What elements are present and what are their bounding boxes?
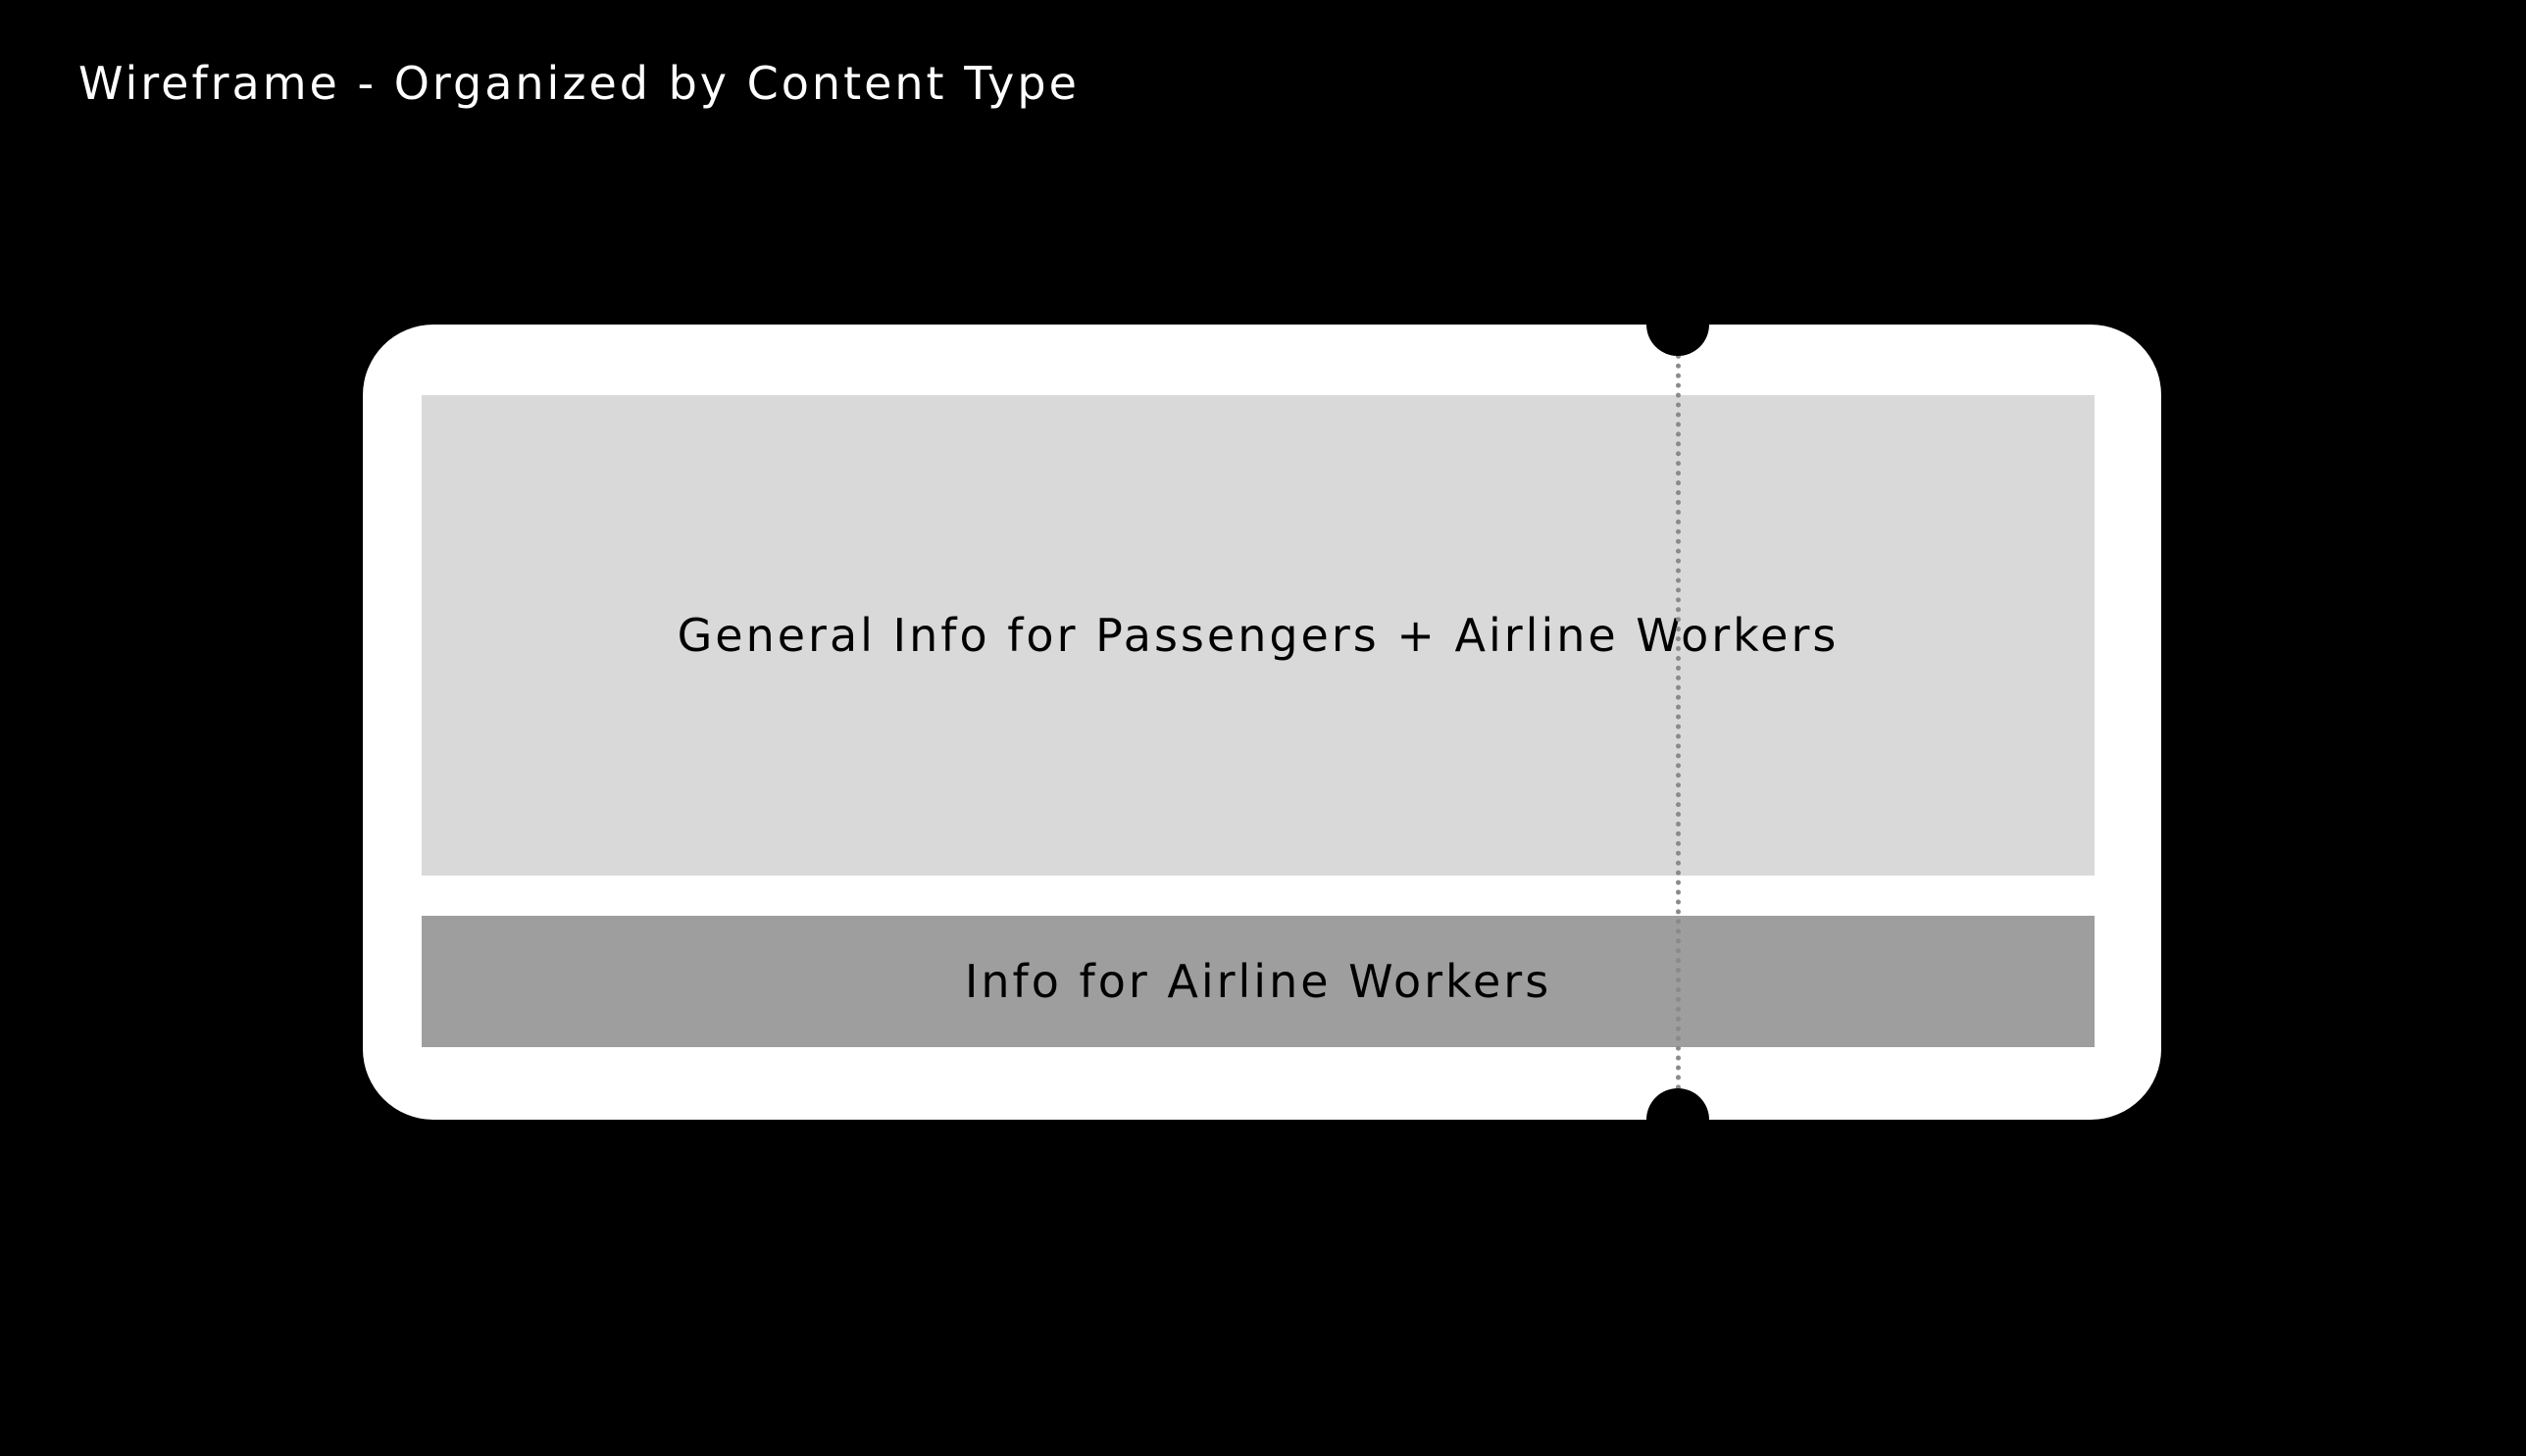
perforation-line (1676, 325, 1681, 1120)
bottom-notch (1646, 1088, 1709, 1151)
general-info-section: General Info for Passengers + Airline Wo… (422, 395, 2095, 876)
airline-workers-label: Info for Airline Workers (964, 955, 1552, 1008)
general-info-label: General Info for Passengers + Airline Wo… (677, 609, 1840, 662)
airline-workers-section: Info for Airline Workers (422, 916, 2095, 1047)
boarding-pass-wireframe: General Info for Passengers + Airline Wo… (363, 293, 2161, 1151)
page-title: Wireframe - Organized by Content Type (78, 57, 1080, 110)
top-notch (1646, 293, 1709, 356)
